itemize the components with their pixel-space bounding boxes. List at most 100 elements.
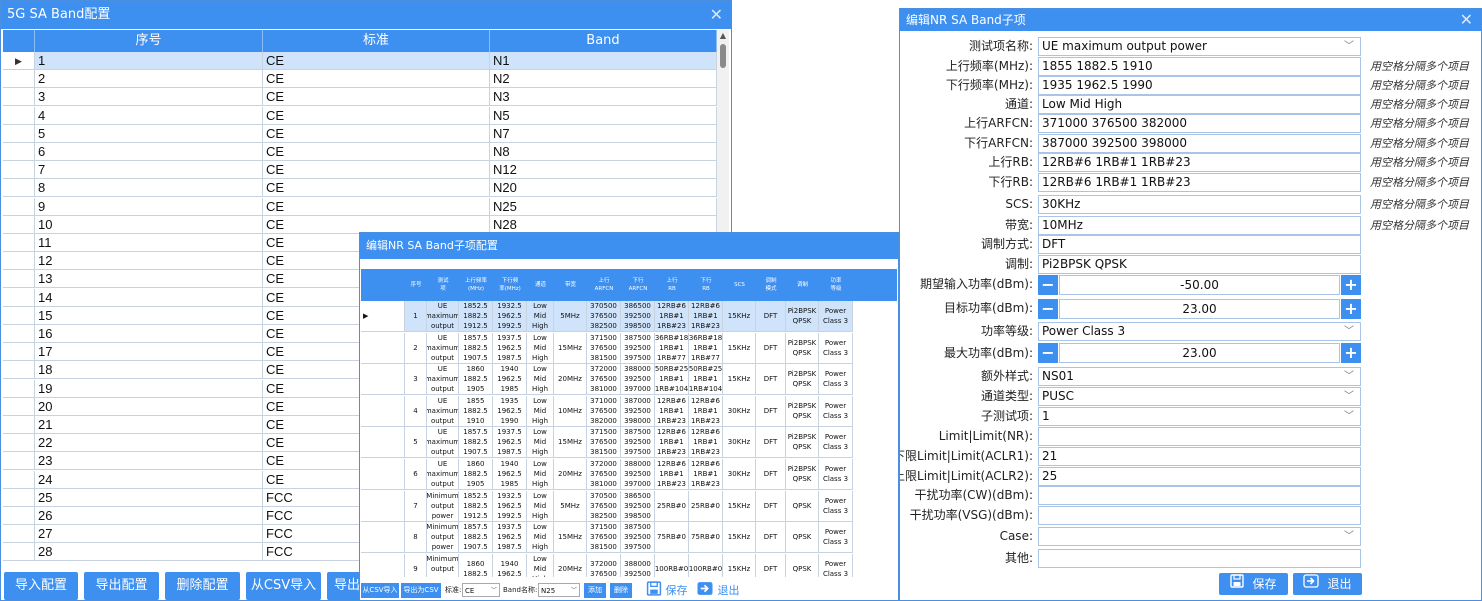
interf-cw-input[interactable] bbox=[1038, 486, 1361, 505]
channel-cell[interactable]: Low Mid High bbox=[527, 395, 554, 427]
row-indicator[interactable] bbox=[3, 379, 35, 398]
case-select[interactable]: ﹀ bbox=[1038, 527, 1361, 546]
chevron-down-icon[interactable]: ﹀ bbox=[1344, 38, 1354, 55]
ul-arfcn-cell[interactable]: 372000 376500 381000 bbox=[587, 459, 621, 490]
standard-cell[interactable]: CE bbox=[263, 161, 490, 180]
modulation-cell[interactable]: Pi2BPSK QPSK bbox=[786, 332, 819, 364]
power-class-cell[interactable]: Power Class 3 bbox=[819, 364, 853, 396]
index-cell[interactable]: 17 bbox=[35, 343, 263, 362]
dl-arfcn-cell[interactable]: 388000 392500 397000 bbox=[621, 459, 655, 490]
test-item-select[interactable]: UE maximum output power ﹀ bbox=[1038, 37, 1361, 56]
row-indicator[interactable] bbox=[361, 364, 405, 396]
band-cell[interactable]: N5 bbox=[490, 106, 717, 125]
table-row[interactable]: 3 UE maximum output 1860 1882.5 1905 1940 1… bbox=[361, 364, 897, 396]
mod-mode-cell[interactable]: DFT bbox=[756, 395, 786, 427]
delete-button[interactable]: 删除 bbox=[610, 583, 632, 598]
index-cell[interactable]: 11 bbox=[35, 234, 263, 252]
dl-freq-cell[interactable]: 1935 1962.5 1990 bbox=[493, 395, 527, 427]
row-indicator[interactable] bbox=[3, 470, 35, 489]
row-indicator[interactable] bbox=[3, 179, 35, 198]
index-cell[interactable]: 9 bbox=[405, 553, 427, 577]
row-indicator[interactable] bbox=[3, 88, 35, 107]
channel-cell[interactable]: Low Mid High bbox=[527, 522, 554, 554]
dl-rb-cell[interactable]: 75RB#0 bbox=[689, 522, 723, 554]
dl-freq-cell[interactable]: 1940 1962.5 bbox=[493, 553, 527, 577]
index-cell[interactable]: 8 bbox=[35, 179, 263, 198]
dl-rb-cell[interactable]: 12RB#6 1RB#1 1RB#23 bbox=[689, 301, 723, 332]
expected-power-value[interactable]: -50.00 bbox=[1059, 275, 1340, 295]
column-header-ul-arfcn[interactable]: 上行 ARFCN bbox=[587, 269, 621, 301]
row-indicator[interactable] bbox=[3, 270, 35, 289]
modulation-cell[interactable]: Pi2BPSK QPSK bbox=[786, 364, 819, 396]
index-cell[interactable]: 7 bbox=[405, 490, 427, 522]
standard-cell[interactable]: CE bbox=[263, 70, 490, 89]
channel-input[interactable]: Low Mid High bbox=[1038, 95, 1361, 114]
test-item-cell[interactable]: Minimum output power bbox=[427, 490, 459, 522]
interf-vsg-input[interactable] bbox=[1038, 506, 1361, 525]
bandwidth-cell[interactable]: 15MHz bbox=[554, 522, 587, 554]
table-row[interactable]: ▶ 1 UE maximum output 1852.5 1882.5 1912.5 1… bbox=[361, 301, 897, 332]
column-header-dl-rb[interactable]: 下行 RB bbox=[689, 269, 723, 301]
index-cell[interactable]: 4 bbox=[405, 395, 427, 427]
ul-arfcn-cell[interactable]: 371500 376500 381500 bbox=[587, 522, 621, 554]
power-class-cell[interactable]: Power Class 3 bbox=[819, 490, 853, 522]
plus-icon[interactable]: + bbox=[1341, 299, 1361, 319]
column-header-ul-rb[interactable]: 上行 RB bbox=[655, 269, 689, 301]
table-row[interactable]: 6 CE N8 bbox=[3, 143, 717, 161]
exit-button[interactable]: 退出 bbox=[696, 581, 740, 599]
max-power-value[interactable]: 23.00 bbox=[1059, 343, 1340, 363]
dl-rb-cell[interactable]: 50RB#25 1RB#1 1RB#104 bbox=[689, 364, 723, 396]
row-indicator[interactable] bbox=[3, 452, 35, 471]
index-cell[interactable]: 28 bbox=[35, 543, 263, 562]
index-cell[interactable]: 3 bbox=[35, 88, 263, 107]
index-cell[interactable]: 1 bbox=[35, 52, 263, 70]
column-header-dl-freq[interactable]: 下行频 率(MHz) bbox=[493, 269, 527, 301]
index-cell[interactable]: 18 bbox=[35, 361, 263, 380]
ul-rb-cell[interactable]: 12RB#6 1RB#1 1RB#23 bbox=[655, 427, 689, 459]
dl-freq-cell[interactable]: 1932.5 1962.5 1992.5 bbox=[493, 301, 527, 332]
column-header-band[interactable]: Band bbox=[490, 30, 717, 52]
dl-rb-cell[interactable]: 36RB#18 1RB#1 1RB#77 bbox=[689, 332, 723, 364]
bandwidth-cell[interactable]: 20MHz bbox=[554, 459, 587, 490]
index-cell[interactable]: 9 bbox=[35, 197, 263, 216]
row-indicator[interactable] bbox=[3, 525, 35, 544]
chevron-down-icon[interactable]: ﹀ bbox=[1344, 528, 1354, 545]
table-row[interactable]: 6 UE maximum output 1860 1882.5 1905 1940 1… bbox=[361, 459, 897, 490]
channel-cell[interactable]: Low Mid High bbox=[527, 427, 554, 459]
band-cell[interactable]: N12 bbox=[490, 161, 717, 180]
column-header-test-item[interactable]: 测试 项 bbox=[427, 269, 459, 301]
scs-cell[interactable]: 30KHz bbox=[723, 459, 756, 490]
modulation-cell[interactable]: QPSK bbox=[786, 522, 819, 554]
ul-freq-cell[interactable]: 1860 1882.5 1905 bbox=[459, 459, 493, 490]
band-cell[interactable]: N1 bbox=[490, 52, 717, 70]
modulation-input[interactable]: Pi2BPSK QPSK bbox=[1038, 255, 1361, 274]
test-item-cell[interactable]: UE maximum output bbox=[427, 332, 459, 364]
row-indicator[interactable] bbox=[361, 553, 405, 577]
expected-power-stepper[interactable]: − -50.00 + bbox=[1038, 275, 1361, 295]
ul-rb-cell[interactable]: 25RB#0 bbox=[655, 490, 689, 522]
minus-icon[interactable]: − bbox=[1038, 343, 1058, 363]
dl-arfcn-cell[interactable]: 387500 392500 397500 bbox=[621, 332, 655, 364]
upper-limit-input[interactable]: 25 bbox=[1038, 467, 1361, 486]
table-row[interactable]: 7 CE N12 bbox=[3, 161, 717, 180]
index-cell[interactable]: 22 bbox=[35, 434, 263, 453]
row-indicator[interactable] bbox=[3, 361, 35, 380]
modulation-cell[interactable]: QPSK bbox=[786, 553, 819, 577]
dl-freq-cell[interactable]: 1940 1962.5 1985 bbox=[493, 364, 527, 396]
standard-cell[interactable]: CE bbox=[263, 124, 490, 143]
index-cell[interactable]: 14 bbox=[35, 288, 263, 307]
ul-freq-input[interactable]: 1855 1882.5 1910 bbox=[1038, 57, 1361, 76]
current-row-icon[interactable]: ▶ bbox=[361, 301, 405, 332]
standard-cell[interactable]: CE bbox=[263, 52, 490, 70]
ul-freq-cell[interactable]: 1852.5 1882.5 1912.5 bbox=[459, 301, 493, 332]
extra-style-select[interactable]: NS01 ﹀ bbox=[1038, 367, 1361, 386]
close-icon[interactable]: ✕ bbox=[1460, 9, 1473, 31]
row-indicator[interactable] bbox=[3, 252, 35, 271]
column-header-index[interactable]: 序号 bbox=[405, 269, 427, 301]
column-header-channel[interactable]: 通道 bbox=[527, 269, 554, 301]
target-power-value[interactable]: 23.00 bbox=[1059, 299, 1340, 319]
standard-cell[interactable]: CE bbox=[263, 143, 490, 161]
index-cell[interactable]: 6 bbox=[405, 459, 427, 490]
index-cell[interactable]: 12 bbox=[35, 252, 263, 271]
row-indicator[interactable] bbox=[3, 306, 35, 325]
